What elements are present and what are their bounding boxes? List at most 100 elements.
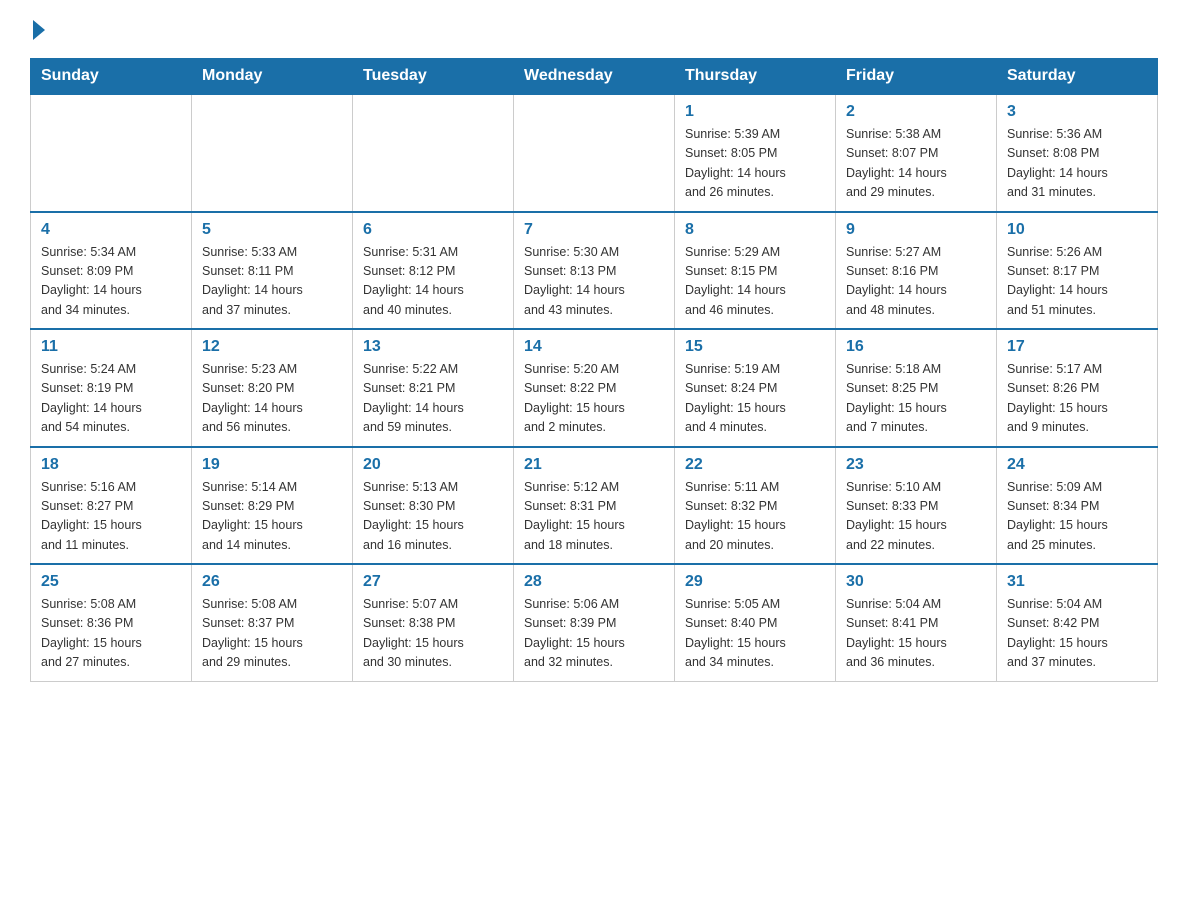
calendar-cell: 16Sunrise: 5:18 AM Sunset: 8:25 PM Dayli…: [836, 329, 997, 447]
calendar-cell: 21Sunrise: 5:12 AM Sunset: 8:31 PM Dayli…: [514, 447, 675, 565]
calendar-cell: [31, 94, 192, 212]
day-number: 28: [524, 573, 664, 591]
calendar-cell: 5 Sunrise: 5:33 AM Sunset: 8:11 PM Daylig…: [192, 212, 353, 330]
day-info: Sunrise: 5:39 AM Sunset: 8:05 PM Dayligh…: [685, 125, 825, 203]
calendar-cell: 22 Sunrise: 5:11 AM Sunset: 8:32 PM Dayli…: [675, 447, 836, 565]
day-info: Sunrise: 5:05 AM Sunset: 8:40 PM Dayligh…: [685, 595, 825, 673]
day-info: Sunrise: 5:20 AM Sunset: 8:22 PM Dayligh…: [524, 360, 664, 438]
calendar-cell: [192, 94, 353, 212]
day-info: Sunrise: 5:17 AM Sunset: 8:26 PM Dayligh…: [1007, 360, 1147, 438]
day-number: 20: [363, 456, 503, 474]
calendar-header-monday: Monday: [192, 59, 353, 95]
week-row-5: 25 Sunrise: 5:08 AM Sunset: 8:36 PM Dayli…: [31, 564, 1158, 681]
calendar-cell: 2Sunrise: 5:38 AM Sunset: 8:07 PM Daylig…: [836, 94, 997, 212]
calendar-cell: 8 Sunrise: 5:29 AM Sunset: 8:15 PM Daylig…: [675, 212, 836, 330]
calendar-cell: 18 Sunrise: 5:16 AM Sunset: 8:27 PM Dayli…: [31, 447, 192, 565]
calendar-cell: 27 Sunrise: 5:07 AM Sunset: 8:38 PM Dayli…: [353, 564, 514, 681]
calendar-cell: 29 Sunrise: 5:05 AM Sunset: 8:40 PM Dayli…: [675, 564, 836, 681]
calendar-cell: 1 Sunrise: 5:39 AM Sunset: 8:05 PM Daylig…: [675, 94, 836, 212]
calendar-cell: 11Sunrise: 5:24 AM Sunset: 8:19 PM Dayli…: [31, 329, 192, 447]
day-number: 22: [685, 456, 825, 474]
calendar-header-sunday: Sunday: [31, 59, 192, 95]
calendar-cell: 28 Sunrise: 5:06 AM Sunset: 8:39 PM Dayli…: [514, 564, 675, 681]
calendar-cell: 4 Sunrise: 5:34 AM Sunset: 8:09 PM Daylig…: [31, 212, 192, 330]
calendar-header-saturday: Saturday: [997, 59, 1158, 95]
calendar-cell: 26 Sunrise: 5:08 AM Sunset: 8:37 PM Dayli…: [192, 564, 353, 681]
day-number: 30: [846, 573, 986, 591]
day-info: Sunrise: 5:18 AM Sunset: 8:25 PM Dayligh…: [846, 360, 986, 438]
day-info: Sunrise: 5:27 AM Sunset: 8:16 PM Dayligh…: [846, 243, 986, 321]
day-info: Sunrise: 5:12 AM Sunset: 8:31 PM Dayligh…: [524, 478, 664, 556]
day-info: Sunrise: 5:26 AM Sunset: 8:17 PM Dayligh…: [1007, 243, 1147, 321]
day-number: 17: [1007, 338, 1147, 356]
day-number: 13: [363, 338, 503, 356]
day-info: Sunrise: 5:33 AM Sunset: 8:11 PM Dayligh…: [202, 243, 342, 321]
calendar-cell: [353, 94, 514, 212]
day-number: 18: [41, 456, 181, 474]
calendar-cell: [514, 94, 675, 212]
week-row-3: 11Sunrise: 5:24 AM Sunset: 8:19 PM Dayli…: [31, 329, 1158, 447]
day-number: 1: [685, 103, 825, 121]
week-row-4: 18 Sunrise: 5:16 AM Sunset: 8:27 PM Dayli…: [31, 447, 1158, 565]
calendar-header-thursday: Thursday: [675, 59, 836, 95]
day-info: Sunrise: 5:09 AM Sunset: 8:34 PM Dayligh…: [1007, 478, 1147, 556]
week-row-1: 1 Sunrise: 5:39 AM Sunset: 8:05 PM Daylig…: [31, 94, 1158, 212]
day-info: Sunrise: 5:06 AM Sunset: 8:39 PM Dayligh…: [524, 595, 664, 673]
day-number: 7: [524, 221, 664, 239]
day-info: Sunrise: 5:36 AM Sunset: 8:08 PM Dayligh…: [1007, 125, 1147, 203]
calendar-cell: 6 Sunrise: 5:31 AM Sunset: 8:12 PM Daylig…: [353, 212, 514, 330]
day-number: 4: [41, 221, 181, 239]
day-info: Sunrise: 5:11 AM Sunset: 8:32 PM Dayligh…: [685, 478, 825, 556]
day-info: Sunrise: 5:08 AM Sunset: 8:36 PM Dayligh…: [41, 595, 181, 673]
logo: [30, 20, 48, 40]
day-info: Sunrise: 5:19 AM Sunset: 8:24 PM Dayligh…: [685, 360, 825, 438]
day-info: Sunrise: 5:10 AM Sunset: 8:33 PM Dayligh…: [846, 478, 986, 556]
day-number: 12: [202, 338, 342, 356]
calendar-cell: 12 Sunrise: 5:23 AM Sunset: 8:20 PM Dayli…: [192, 329, 353, 447]
calendar-cell: 7 Sunrise: 5:30 AM Sunset: 8:13 PM Daylig…: [514, 212, 675, 330]
calendar-cell: 14 Sunrise: 5:20 AM Sunset: 8:22 PM Dayli…: [514, 329, 675, 447]
calendar-cell: 17 Sunrise: 5:17 AM Sunset: 8:26 PM Dayli…: [997, 329, 1158, 447]
day-info: Sunrise: 5:13 AM Sunset: 8:30 PM Dayligh…: [363, 478, 503, 556]
day-number: 6: [363, 221, 503, 239]
calendar-cell: 9Sunrise: 5:27 AM Sunset: 8:16 PM Daylig…: [836, 212, 997, 330]
day-number: 11: [41, 338, 181, 356]
day-info: Sunrise: 5:14 AM Sunset: 8:29 PM Dayligh…: [202, 478, 342, 556]
day-info: Sunrise: 5:30 AM Sunset: 8:13 PM Dayligh…: [524, 243, 664, 321]
day-info: Sunrise: 5:23 AM Sunset: 8:20 PM Dayligh…: [202, 360, 342, 438]
day-number: 15: [685, 338, 825, 356]
day-info: Sunrise: 5:31 AM Sunset: 8:12 PM Dayligh…: [363, 243, 503, 321]
calendar-cell: 10 Sunrise: 5:26 AM Sunset: 8:17 PM Dayli…: [997, 212, 1158, 330]
day-number: 14: [524, 338, 664, 356]
day-info: Sunrise: 5:22 AM Sunset: 8:21 PM Dayligh…: [363, 360, 503, 438]
logo-arrow-icon: [33, 20, 45, 40]
day-number: 10: [1007, 221, 1147, 239]
day-info: Sunrise: 5:04 AM Sunset: 8:42 PM Dayligh…: [1007, 595, 1147, 673]
day-info: Sunrise: 5:16 AM Sunset: 8:27 PM Dayligh…: [41, 478, 181, 556]
day-info: Sunrise: 5:29 AM Sunset: 8:15 PM Dayligh…: [685, 243, 825, 321]
day-number: 19: [202, 456, 342, 474]
day-number: 3: [1007, 103, 1147, 121]
calendar-header-friday: Friday: [836, 59, 997, 95]
week-row-2: 4 Sunrise: 5:34 AM Sunset: 8:09 PM Daylig…: [31, 212, 1158, 330]
day-number: 24: [1007, 456, 1147, 474]
day-info: Sunrise: 5:34 AM Sunset: 8:09 PM Dayligh…: [41, 243, 181, 321]
calendar-cell: 20 Sunrise: 5:13 AM Sunset: 8:30 PM Dayli…: [353, 447, 514, 565]
day-number: 27: [363, 573, 503, 591]
calendar-cell: 30 Sunrise: 5:04 AM Sunset: 8:41 PM Dayli…: [836, 564, 997, 681]
day-info: Sunrise: 5:04 AM Sunset: 8:41 PM Dayligh…: [846, 595, 986, 673]
calendar-cell: 25 Sunrise: 5:08 AM Sunset: 8:36 PM Dayli…: [31, 564, 192, 681]
day-info: Sunrise: 5:38 AM Sunset: 8:07 PM Dayligh…: [846, 125, 986, 203]
day-number: 8: [685, 221, 825, 239]
day-info: Sunrise: 5:07 AM Sunset: 8:38 PM Dayligh…: [363, 595, 503, 673]
calendar-cell: 13 Sunrise: 5:22 AM Sunset: 8:21 PM Dayli…: [353, 329, 514, 447]
day-number: 25: [41, 573, 181, 591]
day-number: 29: [685, 573, 825, 591]
calendar-header-wednesday: Wednesday: [514, 59, 675, 95]
calendar-header-tuesday: Tuesday: [353, 59, 514, 95]
page-header: [30, 20, 1158, 40]
day-info: Sunrise: 5:08 AM Sunset: 8:37 PM Dayligh…: [202, 595, 342, 673]
day-number: 5: [202, 221, 342, 239]
day-number: 26: [202, 573, 342, 591]
calendar-cell: 23Sunrise: 5:10 AM Sunset: 8:33 PM Dayli…: [836, 447, 997, 565]
